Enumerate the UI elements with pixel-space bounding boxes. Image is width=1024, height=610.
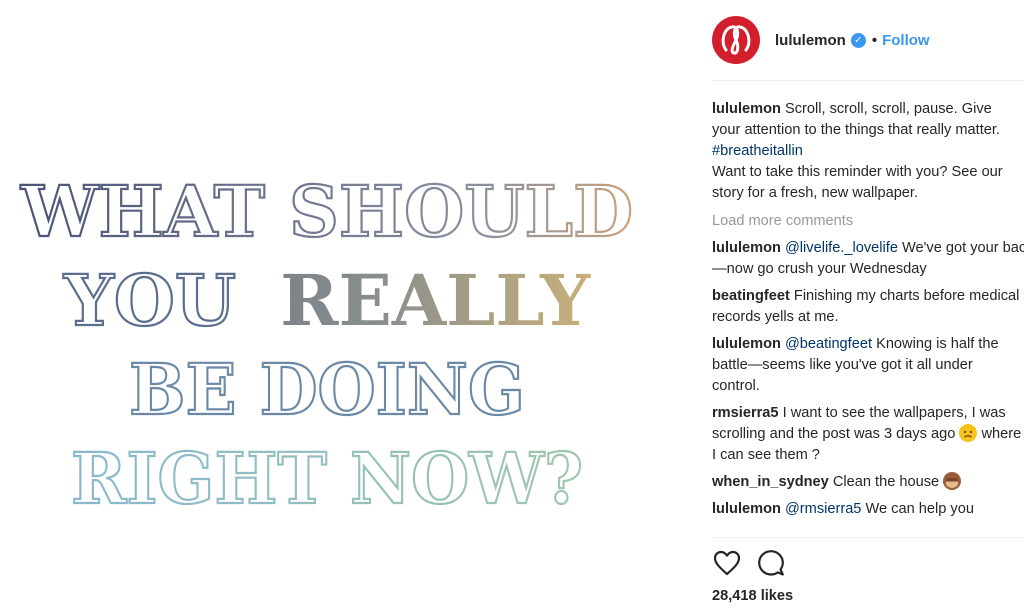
- comment-item: beatingfeet Finishing my charts before m…: [712, 286, 1024, 328]
- caption-text-2: Want to take this reminder with you? See…: [712, 164, 1003, 201]
- comment-mention[interactable]: @livelife._lovelife: [785, 240, 898, 256]
- comment-item: lululemon @beatingfeet Knowing is half t…: [712, 334, 1024, 397]
- comment-item: rmsierra5 I want to see the wallpapers, …: [712, 403, 1024, 466]
- comments-list: lululemon Scroll, scroll, scroll, pause.…: [712, 99, 1024, 526]
- load-more-comments-button[interactable]: Load more comments: [712, 211, 1024, 232]
- post-sidebar: lululemon ✓ • Follow lululemon Scroll, s…: [698, 0, 1024, 610]
- header-separator: •: [871, 31, 878, 49]
- verified-badge-icon: ✓: [850, 32, 866, 48]
- comment-mention[interactable]: @beatingfeet: [785, 336, 872, 352]
- header-username[interactable]: lululemon: [775, 32, 846, 49]
- post-image[interactable]: WHAT SHOULD YOU REALLY BE DOING RIGHT NO…: [0, 0, 698, 610]
- comment-username[interactable]: beatingfeet: [712, 288, 790, 304]
- caption-hashtag[interactable]: #breatheitallin: [712, 143, 803, 159]
- post-header: lululemon ✓ • Follow: [712, 16, 1012, 64]
- image-word-you: YOU: [63, 259, 236, 342]
- comment-item: lululemon @livelife._lovelife We've got …: [712, 238, 1024, 280]
- comment-username[interactable]: rmsierra5: [712, 405, 779, 421]
- see-no-evil-monkey-icon: [943, 472, 962, 490]
- caption-username[interactable]: lululemon: [712, 101, 781, 117]
- comment-icon: [758, 550, 784, 576]
- comment-username[interactable]: lululemon: [712, 240, 781, 256]
- comment-username[interactable]: lululemon: [712, 501, 781, 517]
- likes-count[interactable]: 28,418 likes: [712, 588, 793, 604]
- comment-mention[interactable]: @rmsierra5: [785, 501, 861, 517]
- comment-item: lululemon @rmsierra5 We can help you: [712, 499, 1024, 520]
- comment-button[interactable]: [756, 548, 786, 578]
- header-divider: [712, 80, 1024, 81]
- follow-button[interactable]: Follow: [882, 32, 930, 49]
- lululemon-logo-icon: [721, 25, 751, 55]
- post-caption: lululemon Scroll, scroll, scroll, pause.…: [712, 99, 1024, 204]
- actions-divider: [712, 537, 1024, 538]
- disappointed-face-icon: [959, 424, 978, 442]
- image-line-2: YOU REALLY: [63, 259, 591, 342]
- heart-icon: [713, 550, 741, 576]
- image-line-1: WHAT SHOULD: [20, 170, 633, 253]
- post-image-graphic: WHAT SHOULD YOU REALLY BE DOING RIGHT NO…: [19, 169, 634, 521]
- comment-text: We can help you: [861, 501, 974, 517]
- comment-item: when_in_sydney Clean the house: [712, 472, 1024, 493]
- avatar[interactable]: [712, 16, 760, 64]
- image-line-3: BE DOING: [129, 348, 525, 431]
- comment-username[interactable]: when_in_sydney: [712, 474, 829, 490]
- comment-text: Clean the house: [828, 474, 940, 490]
- image-word-really: REALLY: [280, 259, 591, 342]
- image-line-4: RIGHT NOW?: [71, 437, 583, 520]
- post-actions: [712, 548, 786, 578]
- like-button[interactable]: [712, 548, 742, 578]
- comment-username[interactable]: lululemon: [712, 336, 781, 352]
